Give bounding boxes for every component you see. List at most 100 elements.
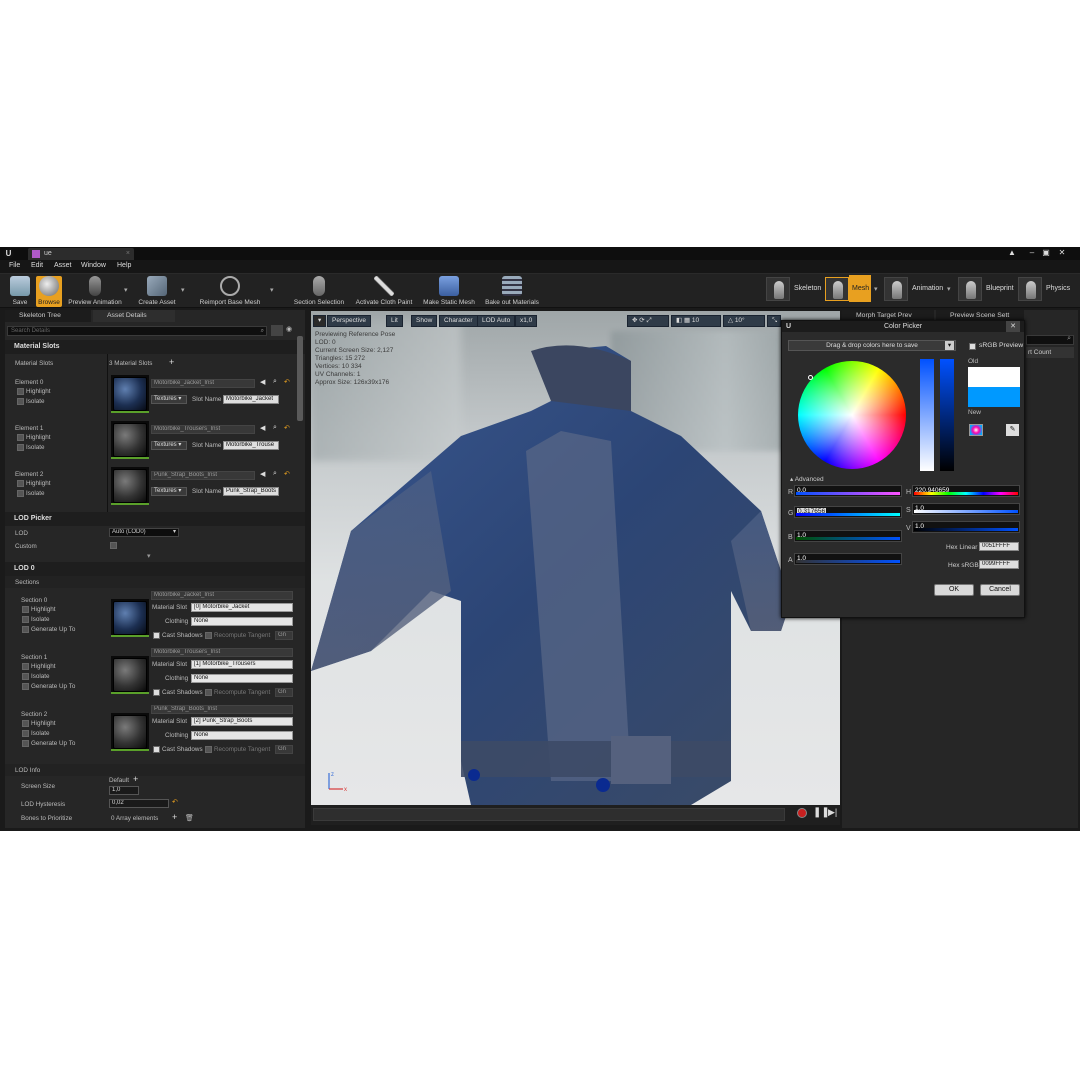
perspective-button[interactable]: Perspective [327,315,371,327]
trash-icon[interactable]: 🗑 [185,814,194,822]
clothing-combo[interactable]: None [191,674,293,683]
material-thumbnail[interactable] [111,656,149,694]
new-color-swatch[interactable] [968,387,1020,407]
advanced-toggle[interactable]: ▴ Advanced [790,475,824,483]
snap-grid-button[interactable]: ◧ ▦ 10 [671,315,721,327]
cast-shadows-checkbox[interactable] [153,632,160,639]
highlight-checkbox[interactable] [22,720,29,727]
maximize-button[interactable]: ▣ [1040,247,1052,259]
transform-tools[interactable]: ✥ ⟳ ⤢ [627,315,669,327]
section-material-combo[interactable]: Punk_Strap_Boots_Inst [151,705,293,714]
blue-slider[interactable]: 1,0 [794,530,902,542]
chevron-down-icon[interactable]: ▾ [124,286,128,294]
textures-button[interactable]: Textures ▾ [151,441,187,450]
use-selected-arrow-icon[interactable]: ◀ [260,470,265,478]
expand-arrow-icon[interactable]: ▾ [147,552,151,560]
isolate-checkbox[interactable] [22,673,29,680]
lit-button[interactable]: Lit [386,315,403,327]
generate-up-to-checkbox[interactable] [22,626,29,633]
sections-header[interactable]: Sections [5,576,305,588]
color-picker-title-bar[interactable]: U Color Picker ✕ [782,321,1024,332]
menu-window[interactable]: Window [81,262,106,269]
gn-combo[interactable]: Gn [275,631,293,640]
menu-help[interactable]: Help [117,262,131,269]
highlight-checkbox[interactable] [22,663,29,670]
isolate-checkbox[interactable] [22,730,29,737]
close-icon[interactable]: ✕ [1006,321,1020,332]
close-window-button[interactable]: ✕ [1056,247,1068,259]
activate-cloth-paint-button[interactable]: Activate Cloth Paint [353,276,415,307]
material-combo[interactable]: Punk_Strap_Boots_Inst [151,471,255,480]
show-button[interactable]: Show [411,315,438,327]
menu-file[interactable]: File [9,262,20,269]
tab-asset-details[interactable]: Asset Details [93,310,175,322]
cancel-button[interactable]: Cancel [980,584,1020,596]
isolate-checkbox[interactable] [17,490,24,497]
reset-arrow-icon[interactable]: ↶ [172,798,178,806]
chevron-down-icon[interactable]: ▾ [181,286,185,294]
grid-view-icon[interactable] [271,325,283,336]
material-thumbnail[interactable] [111,375,149,413]
create-asset-button[interactable]: Create Asset [136,276,178,307]
isolate-checkbox[interactable] [22,616,29,623]
chevron-down-icon[interactable]: ▾ [874,285,878,293]
red-slider[interactable]: 0,0 [794,485,902,497]
section-material-combo[interactable]: Motorbike_Jacket_Inst [151,591,293,600]
mode-physics-button[interactable] [1018,277,1042,301]
viewport-options-button[interactable]: ▾ [313,315,327,327]
character-button[interactable]: Character [439,315,478,327]
lod-hysteresis-field[interactable]: 0,02 [109,799,169,808]
highlight-checkbox[interactable] [17,480,24,487]
scale-snap-button[interactable]: ⤡ [767,315,781,327]
clothing-combo[interactable]: None [191,617,293,626]
mode-mesh-button[interactable] [825,277,849,301]
close-icon[interactable]: × [126,248,130,260]
custom-checkbox[interactable] [110,542,117,549]
timeline-scrubber[interactable] [313,808,785,821]
eye-icon[interactable]: ◉ [286,325,292,333]
lod-picker-header[interactable]: LOD Picker [5,512,305,526]
chevron-down-icon[interactable]: ▾ [947,285,951,293]
viewport[interactable]: ▾ Perspective Lit Show Character LOD Aut… [311,311,840,805]
browse-button[interactable]: Browse [36,276,62,307]
value-field[interactable]: 1,0 [912,521,1020,533]
chevron-down-icon[interactable]: ▾ [945,341,954,350]
lod-auto-button[interactable]: LOD Auto [477,315,516,327]
material-slot-combo[interactable]: [1] Motorbike_Trousers [191,660,293,669]
material-slots-header[interactable]: Material Slots [5,340,305,354]
lod-combo[interactable]: Auto (LOD0) ▾ [109,528,179,537]
menu-edit[interactable]: Edit [31,262,43,269]
add-icon[interactable]: + [172,812,177,822]
eyedropper-icon[interactable]: ✎ [1006,424,1019,436]
minimize-button[interactable]: – [1026,247,1038,259]
screen-size-field[interactable]: 1,0 [109,786,139,795]
material-combo[interactable]: Motorbike_Jacket_Inst [151,379,255,388]
search-input[interactable]: Search Details ⌕ [7,326,267,336]
old-color-swatch[interactable] [968,367,1020,387]
reset-arrow-icon[interactable]: ↶ [284,470,290,478]
generate-up-to-checkbox[interactable] [22,683,29,690]
hex-srgb-field[interactable]: 0099FFFF [979,560,1019,569]
highlight-checkbox[interactable] [17,434,24,441]
section-selection-button[interactable]: Section Selection [292,276,346,307]
gn-combo[interactable]: Gn [275,688,293,697]
preview-animation-button[interactable]: Preview Animation [65,276,125,307]
reimport-base-mesh-button[interactable]: Reimport Base Mesh [197,276,263,307]
add-icon[interactable]: + [133,774,138,784]
morph-search-input[interactable]: ⌕ [1026,335,1074,345]
color-themes-icon[interactable] [969,424,983,436]
reset-arrow-icon[interactable]: ↶ [284,424,290,432]
browse-search-icon[interactable]: ⌕ [273,378,277,386]
color-wheel[interactable] [798,361,906,469]
add-icon[interactable]: + [169,357,174,367]
material-thumbnail[interactable] [111,421,149,459]
color-wheel-cursor[interactable] [808,375,813,380]
save-button[interactable]: Save [6,276,34,307]
playback-speed-button[interactable]: x1,0 [515,315,538,327]
record-button[interactable] [797,808,807,818]
notification-icon[interactable]: ▲ [1006,247,1018,259]
bake-out-materials-button[interactable]: Bake out Materials [482,276,542,307]
alpha-slider[interactable]: 1,0 [794,553,902,565]
use-selected-arrow-icon[interactable]: ◀ [260,378,265,386]
scrollbar-thumb[interactable] [297,336,303,421]
